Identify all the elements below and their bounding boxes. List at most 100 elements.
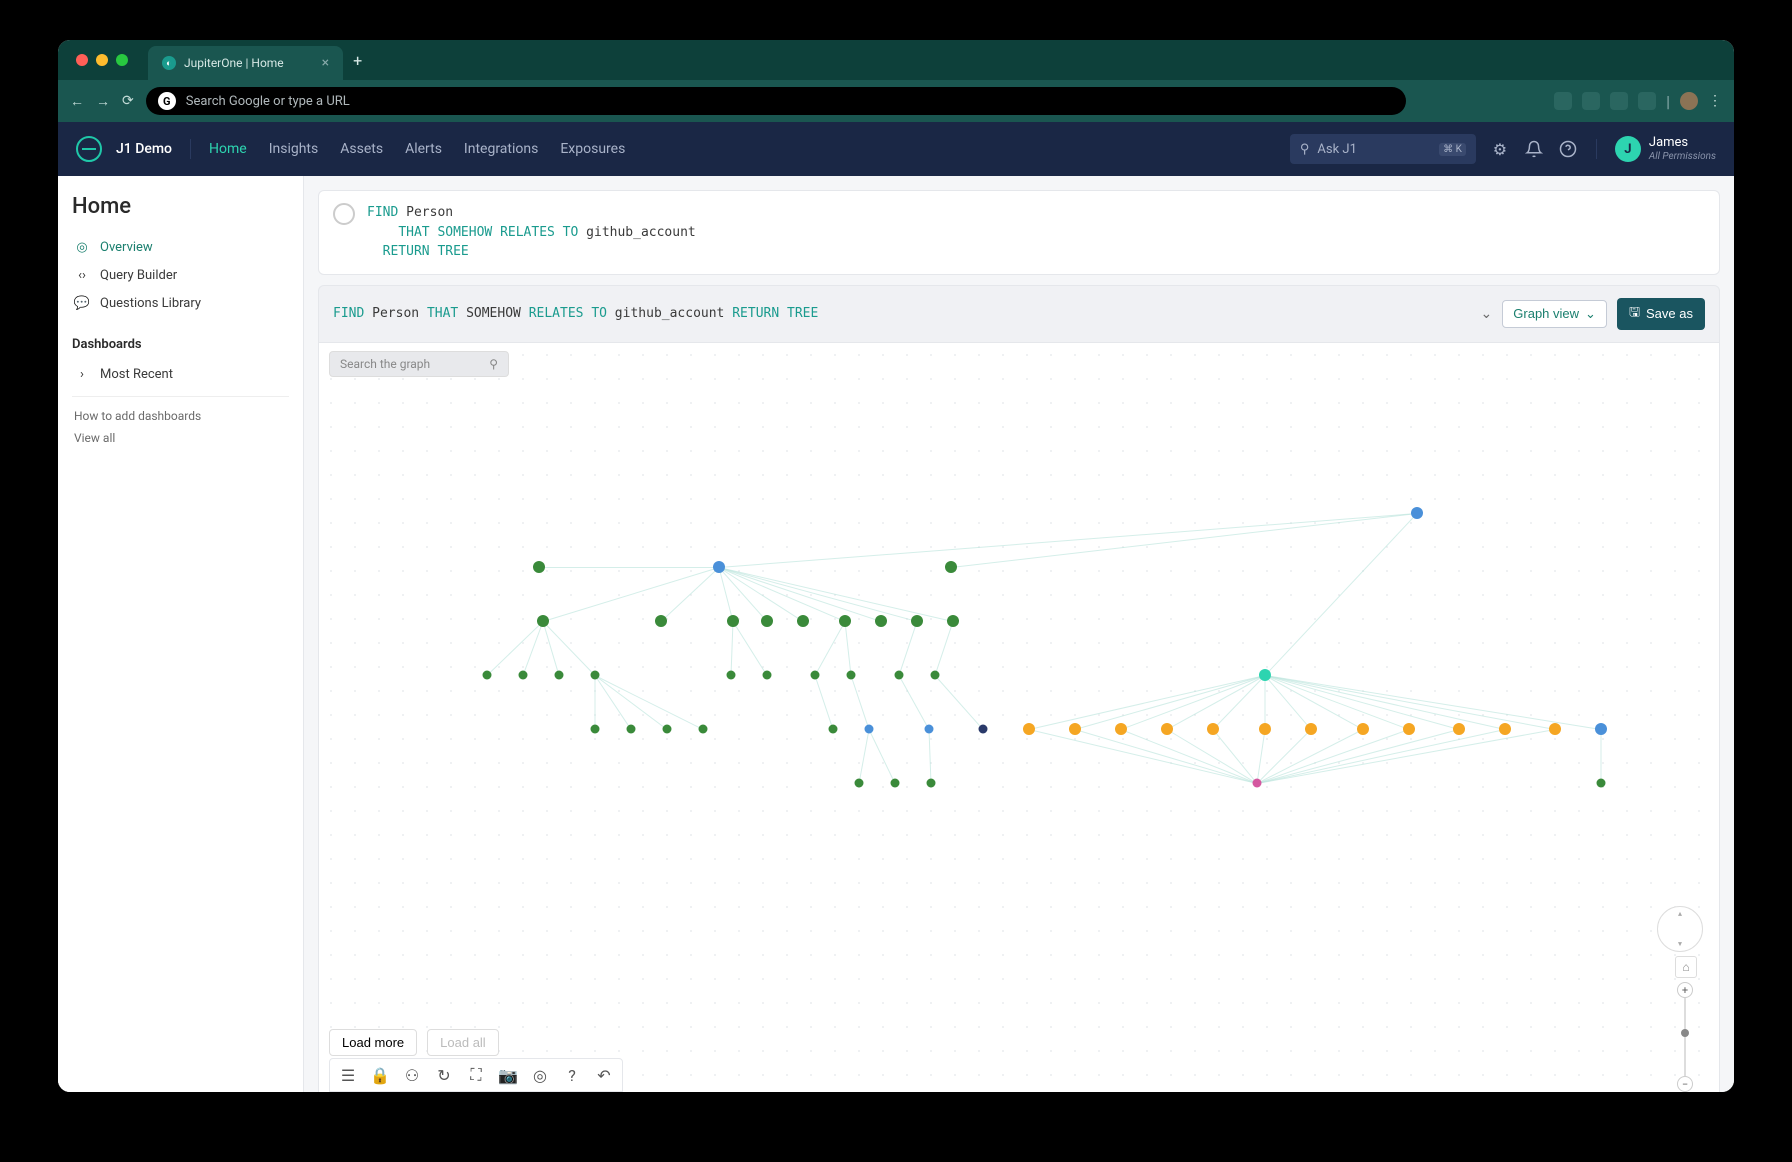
view-mode-button[interactable]: Graph view ⌄ bbox=[1502, 300, 1607, 328]
graph-node[interactable] bbox=[591, 670, 600, 679]
graph-node[interactable] bbox=[591, 724, 600, 733]
tree-icon[interactable]: ⚇ bbox=[398, 1063, 426, 1087]
extension-icon[interactable] bbox=[1554, 92, 1572, 110]
new-tab-button[interactable]: + bbox=[353, 51, 362, 70]
graph-search-input[interactable]: Search the graph ⚲ bbox=[329, 351, 509, 377]
graph-node[interactable] bbox=[483, 670, 492, 679]
chevron-down-icon[interactable]: ⌄ bbox=[1481, 305, 1493, 322]
graph-node[interactable] bbox=[533, 561, 545, 573]
graph-node[interactable] bbox=[713, 561, 725, 573]
zoom-in-button[interactable]: + bbox=[1677, 982, 1693, 998]
graph-node[interactable] bbox=[947, 615, 959, 627]
browser-tab[interactable]: ◐ JupiterOne | Home × bbox=[148, 46, 343, 80]
minimize-window[interactable] bbox=[96, 54, 108, 66]
sidebar-link[interactable]: View all bbox=[72, 427, 289, 449]
nav-item-insights[interactable]: Insights bbox=[269, 141, 319, 157]
nav-item-exposures[interactable]: Exposures bbox=[560, 141, 625, 157]
save-as-button[interactable]: 🖫 Save as bbox=[1617, 298, 1705, 330]
graph-node[interactable] bbox=[663, 724, 672, 733]
graph-node[interactable] bbox=[1253, 778, 1262, 787]
nav-item-alerts[interactable]: Alerts bbox=[405, 141, 442, 157]
bell-icon[interactable] bbox=[1524, 139, 1544, 159]
graph-node[interactable] bbox=[655, 615, 667, 627]
refresh-icon[interactable]: ↻ bbox=[430, 1063, 458, 1087]
back-button[interactable]: ← bbox=[70, 93, 84, 110]
graph-node[interactable] bbox=[627, 724, 636, 733]
graph-node[interactable] bbox=[847, 670, 856, 679]
filter-icon[interactable]: ☰ bbox=[334, 1063, 362, 1087]
graph-node[interactable] bbox=[1403, 723, 1415, 735]
forward-button[interactable]: → bbox=[96, 93, 110, 110]
graph-node[interactable] bbox=[763, 670, 772, 679]
load-more-button[interactable]: Load more bbox=[329, 1029, 417, 1056]
graph-node[interactable] bbox=[555, 670, 564, 679]
graph-node[interactable] bbox=[1259, 723, 1271, 735]
help-icon[interactable]: ? bbox=[558, 1063, 586, 1087]
graph-node[interactable] bbox=[839, 615, 851, 627]
user-menu[interactable]: J James All Permissions bbox=[1615, 135, 1716, 163]
graph-node[interactable] bbox=[797, 615, 809, 627]
graph-node[interactable] bbox=[911, 615, 923, 627]
zoom-slider[interactable] bbox=[1684, 998, 1686, 1076]
graph-node[interactable] bbox=[1115, 723, 1127, 735]
extension-icon[interactable] bbox=[1610, 92, 1628, 110]
reset-view-button[interactable]: ⌂ bbox=[1675, 956, 1697, 978]
sidebar-item-query-builder[interactable]: ‹›Query Builder bbox=[72, 261, 289, 289]
graph-node[interactable] bbox=[519, 670, 528, 679]
extension-icon[interactable] bbox=[1582, 92, 1600, 110]
graph-node[interactable] bbox=[891, 778, 900, 787]
graph-node[interactable] bbox=[1259, 669, 1271, 681]
graph-node[interactable] bbox=[1161, 723, 1173, 735]
graph-node[interactable] bbox=[1357, 723, 1369, 735]
url-input[interactable]: G Search Google or type a URL bbox=[146, 87, 1406, 115]
sidebar-link[interactable]: How to add dashboards bbox=[72, 405, 289, 427]
graph-node[interactable] bbox=[537, 615, 549, 627]
sidebar-item-questions-library[interactable]: 💬Questions Library bbox=[72, 289, 289, 317]
graph-node[interactable] bbox=[1549, 723, 1561, 735]
graph-node[interactable] bbox=[979, 724, 988, 733]
graph-node[interactable] bbox=[1305, 723, 1317, 735]
maximize-window[interactable] bbox=[116, 54, 128, 66]
graph-node[interactable] bbox=[1207, 723, 1219, 735]
graph-node[interactable] bbox=[927, 778, 936, 787]
nav-item-home[interactable]: Home bbox=[209, 141, 247, 157]
browser-menu-icon[interactable]: ⋮ bbox=[1708, 93, 1722, 109]
graph-node[interactable] bbox=[727, 615, 739, 627]
camera-icon[interactable]: 📷 bbox=[494, 1063, 522, 1087]
graph-node[interactable] bbox=[895, 670, 904, 679]
lock-icon[interactable]: 🔒 bbox=[366, 1063, 394, 1087]
graph-node[interactable] bbox=[1453, 723, 1465, 735]
graph-node[interactable] bbox=[1499, 723, 1511, 735]
query-editor[interactable]: FIND Person THAT SOMEHOW RELATES TO gith… bbox=[318, 190, 1720, 275]
close-window[interactable] bbox=[76, 54, 88, 66]
dashboard-item[interactable]: ›Most Recent bbox=[72, 360, 289, 388]
load-all-button[interactable]: Load all bbox=[427, 1029, 499, 1056]
nav-item-integrations[interactable]: Integrations bbox=[464, 141, 538, 157]
graph-node[interactable] bbox=[829, 724, 838, 733]
graph-node[interactable] bbox=[699, 724, 708, 733]
graph-node[interactable] bbox=[855, 778, 864, 787]
profile-avatar[interactable] bbox=[1680, 92, 1698, 110]
sidebar-item-overview[interactable]: ◎Overview bbox=[72, 233, 289, 261]
settings-icon[interactable]: ⚙ bbox=[1490, 139, 1510, 159]
zoom-out-button[interactable]: − bbox=[1677, 1076, 1693, 1092]
ask-input[interactable]: ⚲ Ask J1 ⌘ K bbox=[1290, 134, 1476, 164]
graph-node[interactable] bbox=[865, 724, 874, 733]
nav-item-assets[interactable]: Assets bbox=[340, 141, 383, 157]
graph-node[interactable] bbox=[727, 670, 736, 679]
extension-icon[interactable] bbox=[1638, 92, 1656, 110]
graph-node[interactable] bbox=[931, 670, 940, 679]
graph-canvas[interactable]: Search the graph ⚲ Load more Load all ☰🔒… bbox=[318, 343, 1720, 1093]
graph-node[interactable] bbox=[1597, 778, 1606, 787]
graph-node[interactable] bbox=[761, 615, 773, 627]
graph-node[interactable] bbox=[925, 724, 934, 733]
undo-icon[interactable]: ↶ bbox=[590, 1063, 618, 1087]
graph-node[interactable] bbox=[945, 561, 957, 573]
pan-control[interactable] bbox=[1657, 906, 1703, 952]
fullscreen-icon[interactable]: ⛶ bbox=[462, 1063, 490, 1087]
graph-node[interactable] bbox=[1411, 507, 1423, 519]
reload-button[interactable]: ⟳ bbox=[122, 93, 134, 109]
graph-node[interactable] bbox=[1023, 723, 1035, 735]
target-icon[interactable]: ◎ bbox=[526, 1063, 554, 1087]
help-icon[interactable] bbox=[1558, 139, 1578, 159]
